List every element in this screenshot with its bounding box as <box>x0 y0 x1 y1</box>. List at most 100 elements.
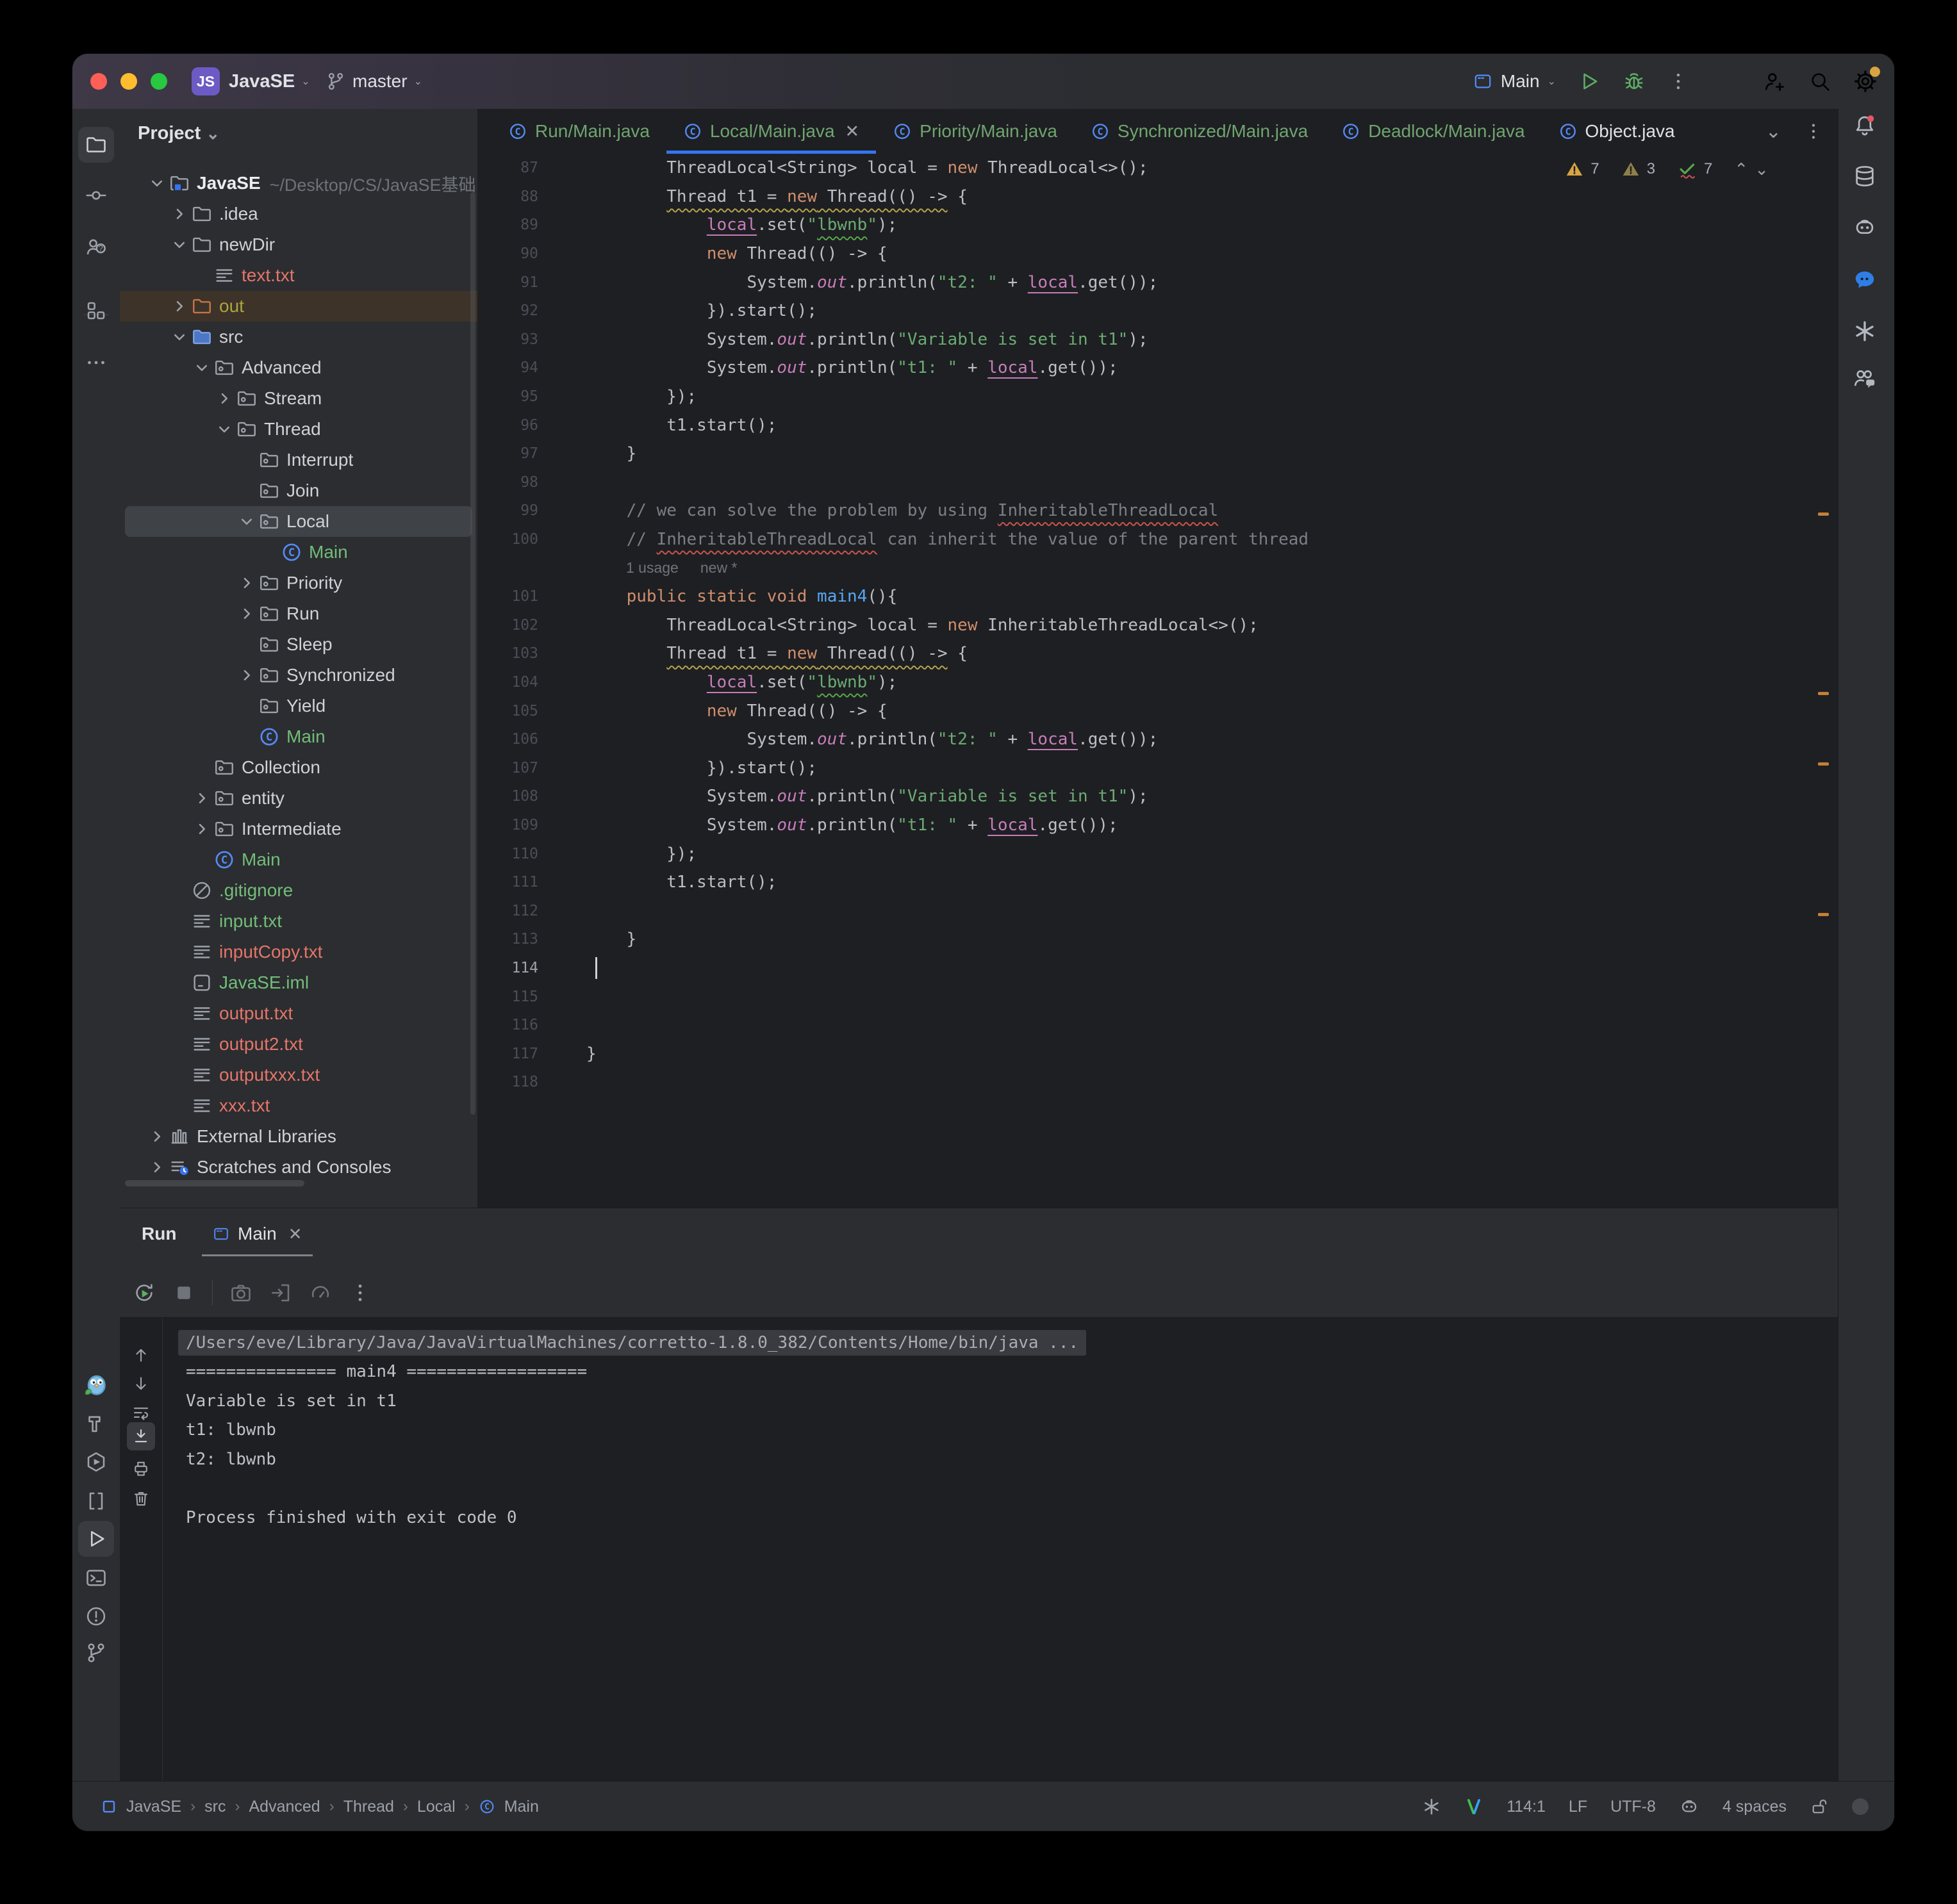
tree-item-scratches-and-consoles[interactable]: Scratches and Consoles <box>120 1152 477 1183</box>
project-widget[interactable]: JavaSE ⌄ <box>229 54 310 109</box>
more-actions-button[interactable] <box>1667 70 1689 92</box>
line-number[interactable]: 97 <box>477 445 538 462</box>
breadcrumb-local[interactable]: Local <box>417 1798 456 1816</box>
more-options-button[interactable] <box>349 1281 372 1304</box>
breadcrumb-javase[interactable]: JavaSE <box>126 1798 181 1816</box>
screenshot-button[interactable] <box>229 1281 252 1304</box>
tree-item-sleep[interactable]: Sleep <box>120 629 477 660</box>
tree-item-stream[interactable]: Stream <box>120 383 477 414</box>
error-stripe-mark[interactable] <box>1818 513 1829 516</box>
line-number[interactable]: 87 <box>477 160 538 176</box>
expand-toggle[interactable] <box>145 1156 169 1178</box>
tree-item-text-txt[interactable]: text.txt <box>120 260 477 291</box>
copilot-status-icon[interactable] <box>1679 1796 1699 1817</box>
expand-toggle[interactable] <box>145 172 169 194</box>
line-number[interactable]: 106 <box>477 731 538 748</box>
run-button[interactable] <box>1578 70 1601 93</box>
tree-item-newdir[interactable]: newDir <box>120 229 477 260</box>
line-number[interactable]: 89 <box>477 217 538 233</box>
close-icon[interactable]: ✕ <box>845 122 860 142</box>
error-stripe-mark[interactable] <box>1818 913 1829 916</box>
expand-toggle[interactable] <box>235 511 258 532</box>
tree-item-collection[interactable]: Collection <box>120 752 477 783</box>
line-number[interactable]: 90 <box>477 245 538 262</box>
expand-toggle[interactable] <box>190 787 213 809</box>
file-encoding[interactable]: UTF-8 <box>1610 1798 1656 1816</box>
tree-item-xxx-txt[interactable]: xxx.txt <box>120 1090 477 1121</box>
line-number[interactable]: 96 <box>477 417 538 434</box>
toolwindow-pull-requests[interactable]: ? <box>78 229 114 265</box>
expand-toggle[interactable] <box>190 818 213 840</box>
console-output[interactable]: /Users/eve/Library/Java/JavaVirtualMachi… <box>178 1328 1087 1532</box>
breadcrumb-main[interactable]: Main <box>504 1798 539 1816</box>
expand-toggle[interactable] <box>168 203 191 225</box>
tree-item-main[interactable]: C Main <box>120 721 477 752</box>
tree-item-join[interactable]: Join <box>120 475 477 506</box>
tree-item-entity[interactable]: entity <box>120 783 477 814</box>
editor-tab-priority-main-java[interactable]: C Priority/Main.java <box>876 109 1074 154</box>
toolwindow-terminal[interactable] <box>78 1560 114 1596</box>
vcs-widget[interactable]: master ⌄ <box>326 54 422 109</box>
editor-tab-local-main-java[interactable]: C Local/Main.java ✕ <box>666 109 877 154</box>
error-stripe-mark[interactable] <box>1818 762 1829 766</box>
toolwindow-chat-assistant[interactable] <box>1847 262 1883 298</box>
lock-icon[interactable] <box>1810 1797 1829 1816</box>
run-tab[interactable]: Main ✕ <box>202 1213 313 1256</box>
line-number[interactable]: 118 <box>477 1074 538 1090</box>
line-number[interactable]: 92 <box>477 302 538 319</box>
editor-tab-synchronized-main-java[interactable]: C Synchronized/Main.java <box>1074 109 1325 154</box>
line-number[interactable]: 117 <box>477 1046 538 1062</box>
scroll-down-button[interactable] <box>127 1370 155 1398</box>
toolwindow-ai-brackets[interactable] <box>78 1483 114 1519</box>
line-number[interactable]: 88 <box>477 188 538 205</box>
code-editor[interactable]: 87 ThreadLocal<String> local = new Threa… <box>477 154 1838 1208</box>
tree-item-advanced[interactable]: Advanced <box>120 352 477 383</box>
tree-vertical-scrollbar[interactable] <box>470 192 475 1115</box>
tab-list-chevron[interactable]: ⌄ <box>1765 120 1781 143</box>
minimize-window-button[interactable] <box>120 73 137 90</box>
debug-button[interactable] <box>1623 70 1646 93</box>
breadcrumb-thread[interactable]: Thread <box>343 1798 394 1816</box>
add-user-button[interactable] <box>1762 69 1787 94</box>
tree-item-priority[interactable]: Priority <box>120 568 477 598</box>
tree-item-javase-iml[interactable]: JavaSE.iml <box>120 967 477 998</box>
tree-item-input-txt[interactable]: input.txt <box>120 906 477 937</box>
stop-button[interactable] <box>172 1281 195 1304</box>
expand-toggle[interactable] <box>168 295 191 317</box>
toolwindow-problems[interactable] <box>78 1598 114 1634</box>
tree-item-src[interactable]: src <box>120 322 477 352</box>
line-number[interactable]: 114 <box>477 960 538 976</box>
editor-tab-object-java[interactable]: C Object.java <box>1542 109 1692 154</box>
line-number[interactable]: 102 <box>477 617 538 634</box>
profiler-button[interactable] <box>309 1281 332 1304</box>
indent-setting[interactable]: 4 spaces <box>1722 1798 1787 1816</box>
tree-item-out[interactable]: out <box>120 291 477 322</box>
print-button[interactable] <box>127 1454 155 1482</box>
line-number[interactable]: 98 <box>477 474 538 491</box>
line-number[interactable]: 103 <box>477 645 538 662</box>
tree-item-external-libraries[interactable]: External Libraries <box>120 1121 477 1152</box>
project-panel-header[interactable]: Project ⌄ <box>138 118 220 149</box>
rerun-button[interactable] <box>133 1281 156 1304</box>
line-number[interactable]: 94 <box>477 359 538 376</box>
tree-item-yield[interactable]: Yield <box>120 691 477 721</box>
line-number[interactable]: 113 <box>477 931 538 948</box>
expand-toggle[interactable] <box>213 418 236 440</box>
line-number[interactable]: 115 <box>477 989 538 1005</box>
breadcrumb-advanced[interactable]: Advanced <box>249 1798 320 1816</box>
toolwindow-go-plugin[interactable] <box>78 1368 114 1404</box>
line-number[interactable]: 100 <box>477 531 538 548</box>
tree-item-output2-txt[interactable]: output2.txt <box>120 1029 477 1060</box>
tree-item-intermediate[interactable]: Intermediate <box>120 814 477 844</box>
prev-problem-button[interactable]: ⌃ <box>1734 160 1748 179</box>
line-number[interactable]: 112 <box>477 903 538 919</box>
tree-item--idea[interactable]: .idea <box>120 199 477 229</box>
toolwindow-project-folder[interactable] <box>78 127 114 163</box>
expand-toggle[interactable] <box>168 326 191 348</box>
openai-status-icon[interactable] <box>1422 1797 1441 1816</box>
tree-item-thread[interactable]: Thread <box>120 414 477 445</box>
line-number[interactable]: 99 <box>477 502 538 519</box>
tree-item-javase[interactable]: JavaSE ~/Desktop/CS/JavaSE基础 <box>120 168 477 199</box>
line-number[interactable]: 104 <box>477 674 538 691</box>
clear-all-button[interactable] <box>127 1484 155 1513</box>
